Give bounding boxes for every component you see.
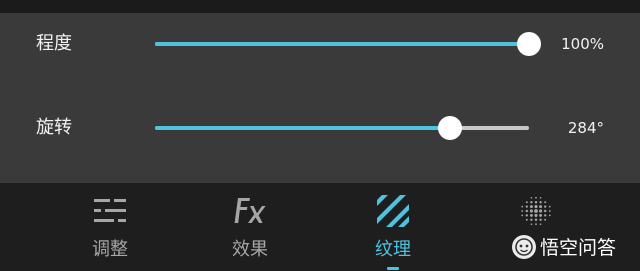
tab-texture[interactable]: 纹理 — [333, 183, 453, 271]
slider-label-rotation: 旋转 — [36, 117, 72, 138]
strength-slider[interactable] — [155, 32, 541, 56]
tab-effects[interactable]: 效果 — [190, 183, 310, 271]
tab-adjust[interactable]: 调整 — [50, 183, 170, 271]
top-strip — [0, 0, 640, 13]
rotation-slider[interactable] — [155, 116, 529, 140]
wukong-watermark: 悟空问答 — [512, 235, 636, 261]
tab-label-texture: 纹理 — [375, 239, 411, 260]
slider-row-rotation: 旋转 284° — [0, 108, 640, 148]
fx-icon — [232, 194, 268, 228]
tab-label-adjust: 调整 — [92, 239, 128, 260]
watermark-text: 悟空问答 — [540, 237, 617, 259]
stripes-texture-icon — [375, 194, 411, 228]
strength-slider-fill — [155, 42, 529, 46]
dot-grid-icon — [518, 194, 554, 228]
sliders-icon — [92, 194, 128, 228]
wukong-logo-icon — [512, 235, 536, 259]
slider-value-rotation: 284° — [567, 119, 604, 137]
slider-value-strength: 100% — [561, 35, 604, 53]
active-tab-indicator — [387, 267, 399, 270]
adjust-panel: 程度 100% 旋转 284° — [0, 13, 640, 183]
rotation-slider-fill — [155, 126, 451, 130]
strength-slider-thumb[interactable] — [517, 32, 541, 56]
slider-row-strength: 程度 100% — [0, 24, 640, 64]
slider-label-strength: 程度 — [36, 33, 72, 54]
rotation-slider-thumb[interactable] — [438, 116, 463, 140]
tab-label-effects: 效果 — [232, 239, 268, 260]
